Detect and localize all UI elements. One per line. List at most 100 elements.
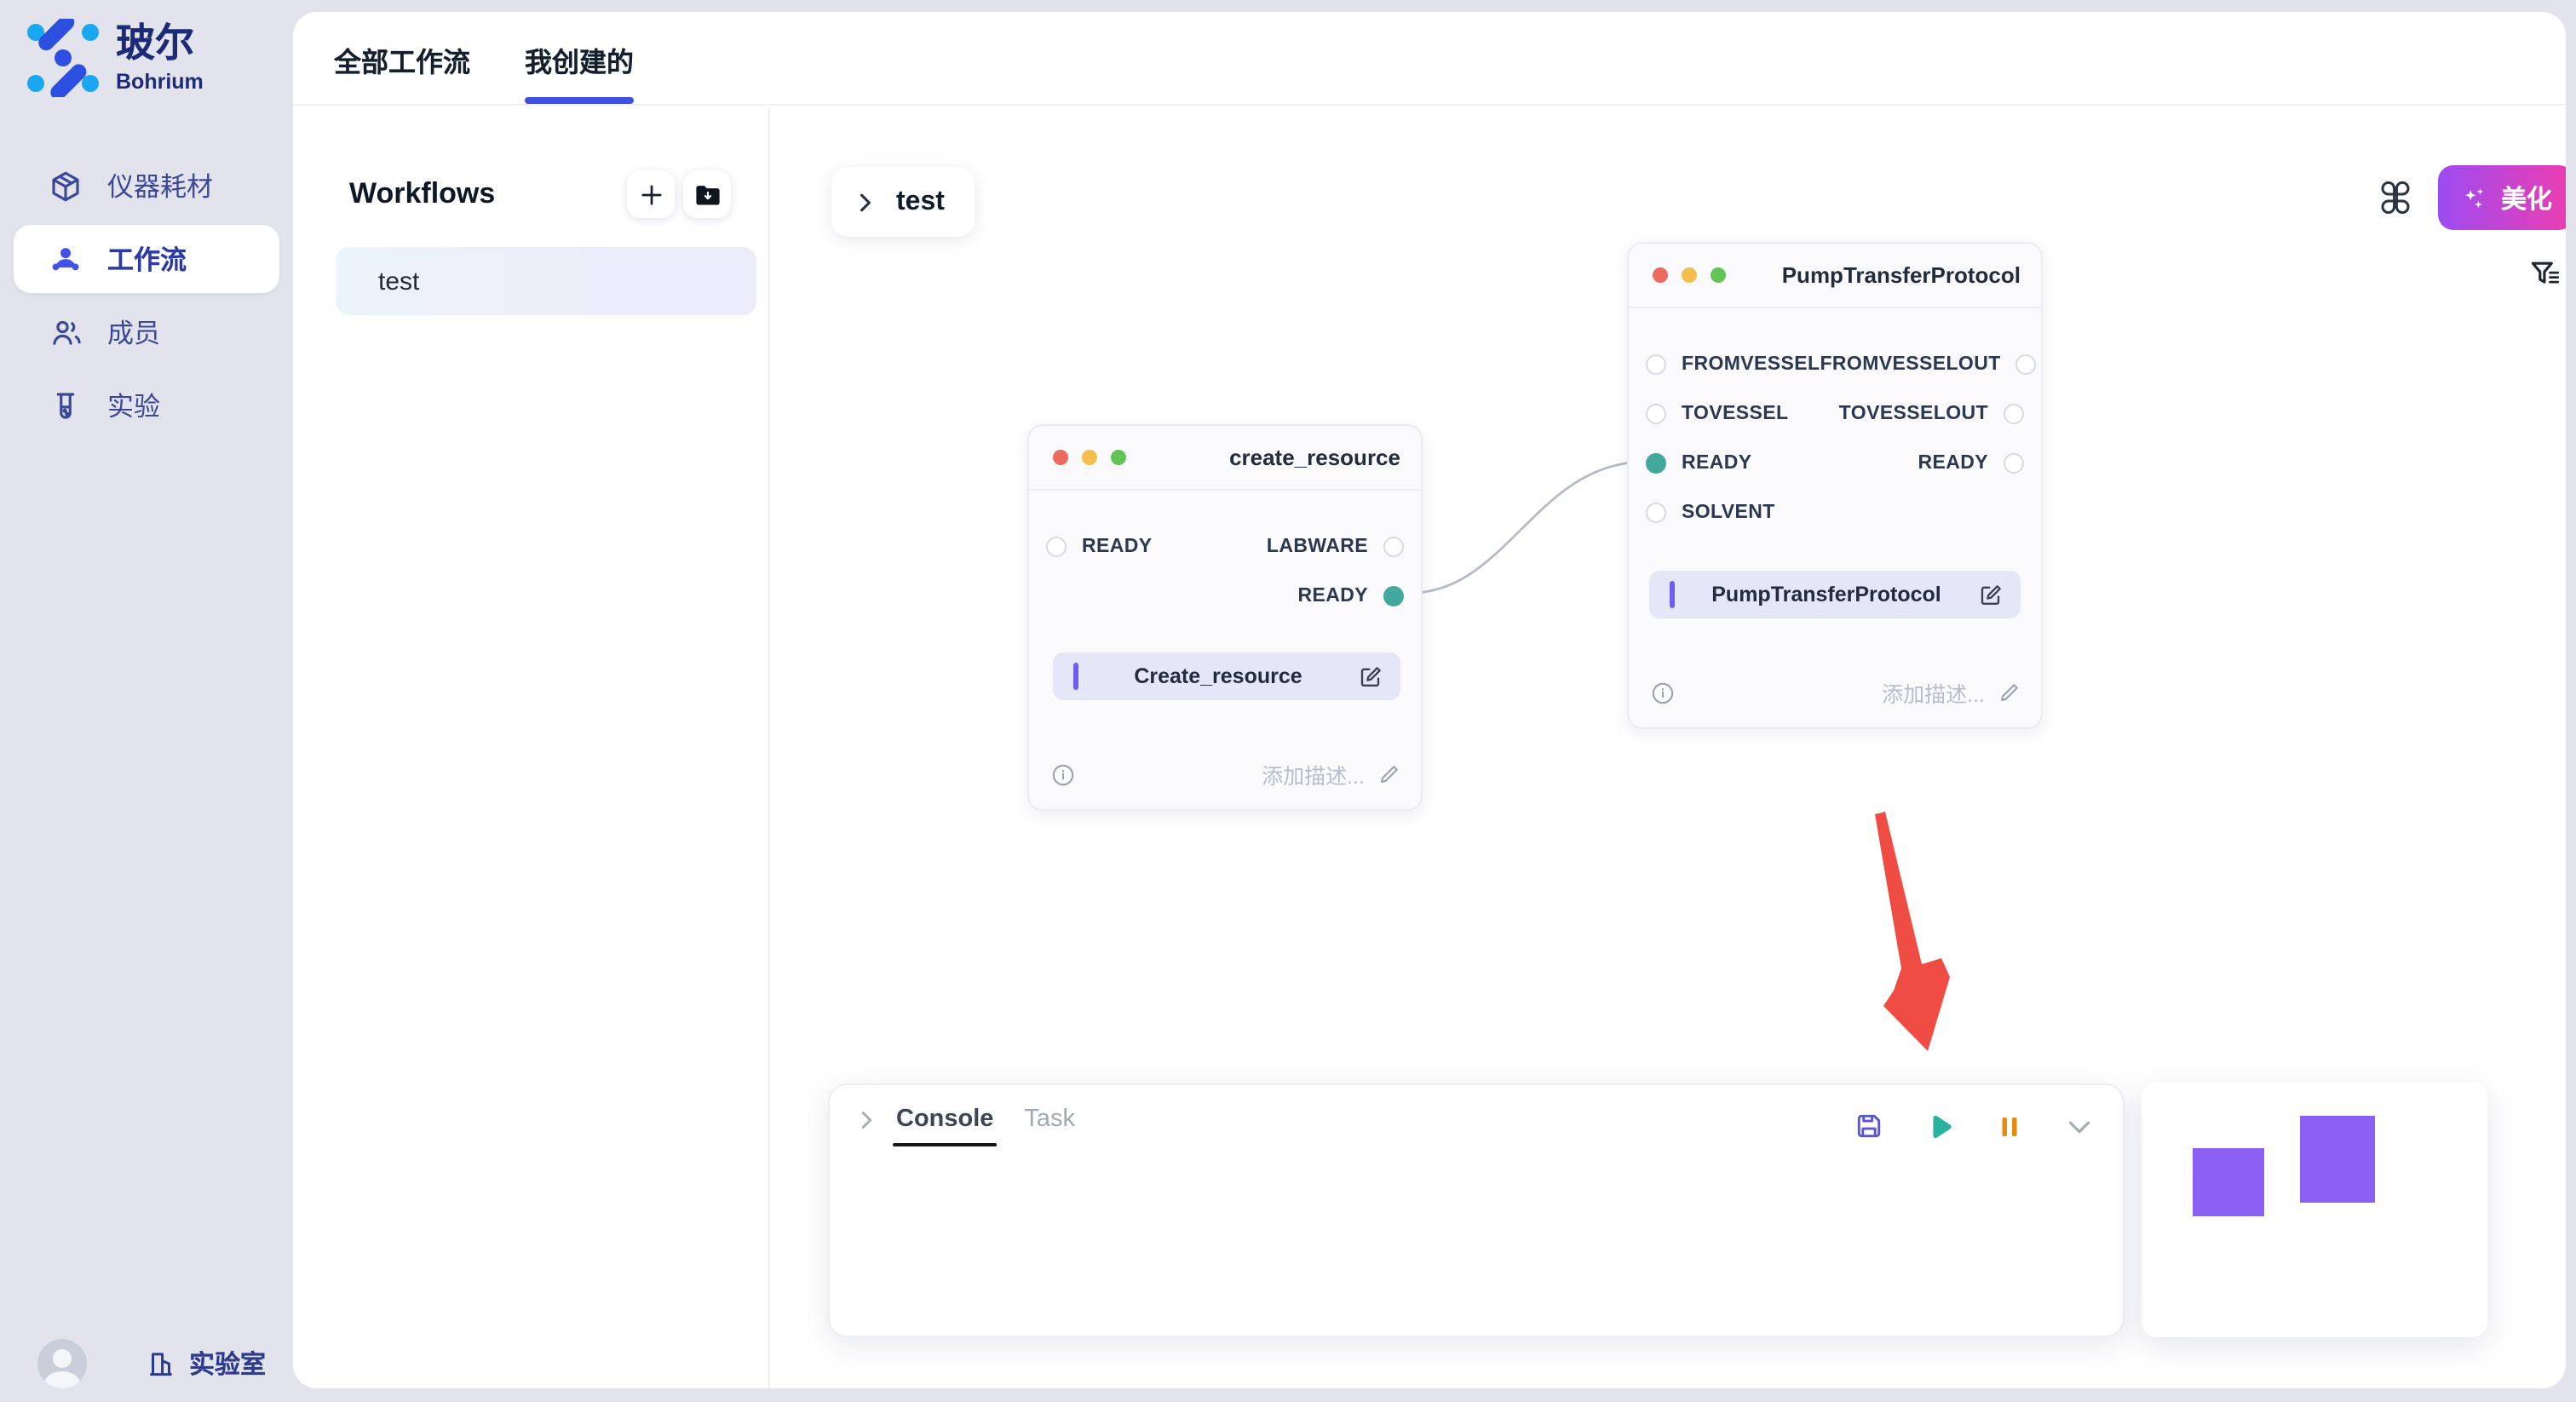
port-ready-out[interactable]: READY	[1297, 585, 1404, 606]
port-circle-connected[interactable]	[1646, 452, 1666, 473]
node-create-resource[interactable]: create_resource READY LABWARE	[1027, 424, 1423, 811]
chevron-right-icon[interactable]	[854, 1107, 879, 1133]
body-row: Workflows test	[293, 107, 2566, 1388]
node-header: PumpTransferProtocol	[1629, 244, 2041, 308]
port-circle[interactable]	[2016, 353, 2037, 374]
port-circle[interactable]	[1383, 536, 1404, 556]
port-circle[interactable]	[2004, 403, 2024, 423]
console-panel: Console Task	[828, 1083, 2125, 1337]
minimap[interactable]	[2142, 1082, 2487, 1337]
info-icon[interactable]	[1051, 762, 1075, 786]
plus-icon	[636, 180, 665, 209]
port-fromvessel[interactable]: FROMVESSEL	[1646, 353, 1820, 374]
node-name-row[interactable]: PumpTransferProtocol	[1649, 571, 2021, 618]
node-name: PumpTransferProtocol	[1675, 583, 1978, 606]
sidebar-item-instruments[interactable]: 仪器耗材	[14, 152, 279, 220]
node-footer: 添加描述...	[1051, 758, 1400, 790]
traffic-red-dot	[1653, 267, 1668, 283]
breadcrumb[interactable]: test	[831, 167, 975, 237]
logo[interactable]: 玻尔 Bohrium	[24, 19, 204, 97]
tab-console[interactable]: Console	[896, 1106, 993, 1146]
port-row: TOVESSEL TOVESSELOUT	[1629, 388, 2041, 438]
edit-icon[interactable]	[1978, 582, 2004, 607]
pencil-icon[interactable]	[1378, 763, 1400, 785]
port-ready-out[interactable]: READY	[1918, 452, 2024, 473]
sidebar-item-label: 仪器耗材	[107, 167, 213, 204]
traffic-dots	[1653, 267, 1726, 283]
workflows-panel: Workflows test	[293, 107, 770, 1388]
tab-my-created[interactable]: 我创建的	[525, 39, 634, 104]
workflow-list-item[interactable]: test	[336, 247, 756, 315]
port-labware-out[interactable]: LABWARE	[1267, 536, 1404, 556]
minimap-node	[2300, 1116, 2375, 1203]
traffic-green-dot	[1711, 267, 1726, 283]
port-circle[interactable]	[1646, 502, 1666, 522]
info-icon[interactable]	[1651, 681, 1675, 704]
port-circle[interactable]	[2004, 452, 2024, 473]
port-tovesselout[interactable]: TOVESSELOUT	[1839, 403, 2024, 423]
workflow-canvas[interactable]: test 美化	[770, 107, 2566, 1388]
node-pump-transfer-protocol[interactable]: PumpTransferProtocol FROMVESSEL FROMVESS…	[1627, 242, 2043, 729]
traffic-green-dot	[1111, 450, 1126, 465]
port-ready-in[interactable]: READY	[1046, 536, 1153, 556]
port-row: READY READY	[1629, 438, 2041, 487]
pencil-icon[interactable]	[1998, 681, 2021, 704]
beautify-button[interactable]: 美化	[2438, 165, 2566, 230]
add-workflow-button[interactable]	[627, 170, 675, 218]
sparkles-icon	[2460, 183, 2489, 212]
command-clover-icon[interactable]	[2373, 175, 2418, 220]
port-ready-in[interactable]: READY	[1646, 452, 1752, 473]
save-button[interactable]	[1854, 1111, 1884, 1141]
box-icon	[48, 168, 83, 204]
node-title: create_resource	[1229, 445, 1400, 470]
console-header: Console Task	[830, 1085, 2123, 1146]
tab-task[interactable]: Task	[1024, 1106, 1075, 1146]
tab-all-workflows[interactable]: 全部工作流	[334, 39, 470, 104]
app-root: 玻尔 Bohrium 仪器耗材 工作流	[0, 0, 2576, 1402]
avatar[interactable]	[37, 1339, 87, 1388]
node-ports: FROMVESSEL FROMVESSELOUT TOVESSEL	[1629, 339, 2041, 537]
logo-text: 玻尔 Bohrium	[116, 19, 204, 94]
console-actions	[1854, 1110, 2096, 1142]
run-button[interactable]	[1923, 1110, 1956, 1142]
port-circle[interactable]	[1046, 536, 1067, 556]
sidebar-item-label: 工作流	[107, 240, 187, 278]
port-solvent[interactable]: SOLVENT	[1646, 502, 1775, 522]
description-placeholder[interactable]: 添加描述...	[1882, 676, 1985, 709]
collapse-panel-button[interactable]	[2063, 1110, 2096, 1142]
port-circle[interactable]	[1646, 403, 1666, 423]
port-circle-connected[interactable]	[1383, 585, 1404, 606]
traffic-yellow-dot	[1682, 267, 1697, 283]
workflow-item-label: test	[378, 267, 419, 296]
users-icon	[48, 314, 83, 350]
workflow-tabs: 全部工作流 我创建的	[293, 12, 2566, 106]
port-circle[interactable]	[1646, 353, 1666, 374]
sidebar: 玻尔 Bohrium 仪器耗材 工作流	[0, 0, 293, 1402]
node-name-row[interactable]: Create_resource	[1053, 652, 1400, 700]
edit-icon[interactable]	[1358, 664, 1383, 689]
minimap-node	[2193, 1148, 2264, 1216]
node-footer: 添加描述...	[1651, 676, 2021, 709]
sidebar-nav: 仪器耗材 工作流 成员	[0, 147, 293, 445]
sidebar-footer: 实验室	[37, 1339, 266, 1388]
traffic-dots	[1053, 450, 1126, 465]
workflows-actions	[627, 170, 731, 218]
pause-button[interactable]	[1995, 1112, 2024, 1141]
port-row: SOLVENT	[1629, 487, 2041, 537]
save-icon	[1854, 1111, 1884, 1141]
sidebar-item-members[interactable]: 成员	[14, 298, 279, 366]
port-row: READY	[1029, 571, 1421, 620]
port-fromvesselout[interactable]: FROMVESSELOUT	[1820, 353, 2036, 374]
bohrium-logo-icon	[24, 19, 102, 97]
import-folder-button[interactable]	[683, 170, 731, 218]
sidebar-item-experiments[interactable]: 实验	[14, 371, 279, 440]
beautify-label: 美化	[2501, 180, 2552, 215]
description-placeholder[interactable]: 添加描述...	[1262, 758, 1365, 790]
port-row: FROMVESSEL FROMVESSELOUT	[1629, 339, 2041, 388]
lab-switcher[interactable]: 实验室	[145, 1346, 266, 1382]
traffic-red-dot	[1053, 450, 1068, 465]
port-tovessel[interactable]: TOVESSEL	[1646, 403, 1789, 423]
sidebar-item-workflows[interactable]: 工作流	[14, 225, 279, 293]
chevron-right-icon	[854, 190, 877, 214]
filter-icon[interactable]	[2527, 254, 2566, 295]
